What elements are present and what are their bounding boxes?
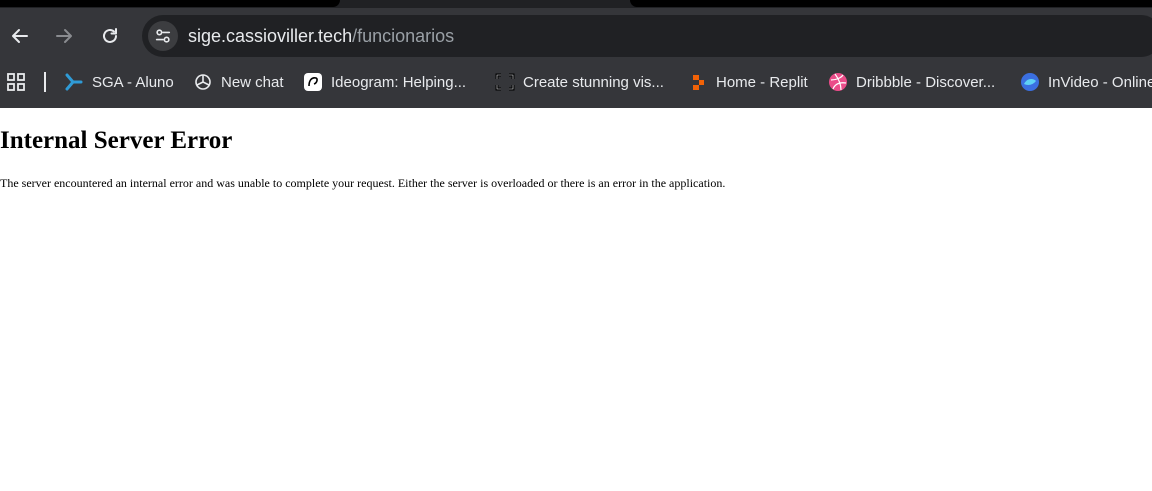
site-info-button[interactable]: [148, 21, 178, 51]
bookmark-label: Home - Replit: [716, 73, 808, 91]
invideo-icon: [1020, 72, 1040, 92]
bookmark-label: New chat: [221, 73, 284, 91]
frame-icon: [495, 72, 515, 92]
page-title: Internal Server Error: [0, 127, 233, 154]
reload-icon: [103, 28, 117, 43]
dribbble-icon: [828, 72, 848, 92]
tune-icon: [155, 29, 171, 43]
tab-right[interactable]: [630, 0, 1152, 7]
arrow-left-icon: [12, 29, 28, 43]
reload-button[interactable]: [96, 22, 124, 50]
tab-strip: [0, 0, 1152, 8]
page-content: Internal Server Error The server encount…: [0, 108, 1152, 491]
back-button[interactable]: [6, 22, 34, 50]
bookmarks-bar: SGA - Aluno New chat Ideogram: Helping..…: [0, 64, 1152, 108]
ideogram-icon: [303, 72, 323, 92]
sga-icon: [64, 72, 84, 92]
bookmark-label: SGA - Aluno: [92, 73, 174, 91]
browser-chrome: sige.cassioviller.tech/funcionarios SGA …: [0, 0, 1152, 108]
arrow-right-icon: [56, 29, 72, 43]
error-message: The server encountered an internal error…: [0, 176, 726, 190]
url-path: /funcionarios: [352, 26, 455, 46]
openai-icon: [193, 72, 213, 92]
bookmarks-separator: [44, 72, 46, 92]
bookmark-label: InVideo - Online: [1048, 73, 1152, 91]
url-host: sige.cassioviller.tech: [188, 26, 353, 46]
bookmark-invideo[interactable]: InVideo - Online: [1020, 70, 1152, 94]
bookmark-create-stunning[interactable]: Create stunning vis...: [495, 70, 664, 94]
replit-icon: [688, 72, 708, 92]
bookmark-dribbble[interactable]: Dribbble - Discover...: [828, 70, 995, 94]
apps-grid-icon[interactable]: [7, 73, 25, 91]
tab-left[interactable]: [0, 0, 340, 7]
address-bar[interactable]: sige.cassioviller.tech/funcionarios: [142, 15, 1152, 57]
bookmark-sga[interactable]: SGA - Aluno: [64, 70, 174, 94]
bookmark-label: Create stunning vis...: [523, 73, 664, 91]
bookmark-label: Ideogram: Helping...: [331, 73, 467, 91]
forward-button[interactable]: [50, 22, 78, 50]
bookmark-replit[interactable]: Home - Replit: [688, 70, 808, 94]
bookmark-new-chat[interactable]: New chat: [193, 70, 284, 94]
bookmark-ideogram[interactable]: Ideogram: Helping...: [303, 70, 466, 94]
url-text[interactable]: sige.cassioviller.tech/funcionarios: [188, 25, 454, 47]
toolbar: sige.cassioviller.tech/funcionarios: [0, 8, 1152, 64]
bookmark-label: Dribbble - Discover...: [856, 73, 996, 91]
